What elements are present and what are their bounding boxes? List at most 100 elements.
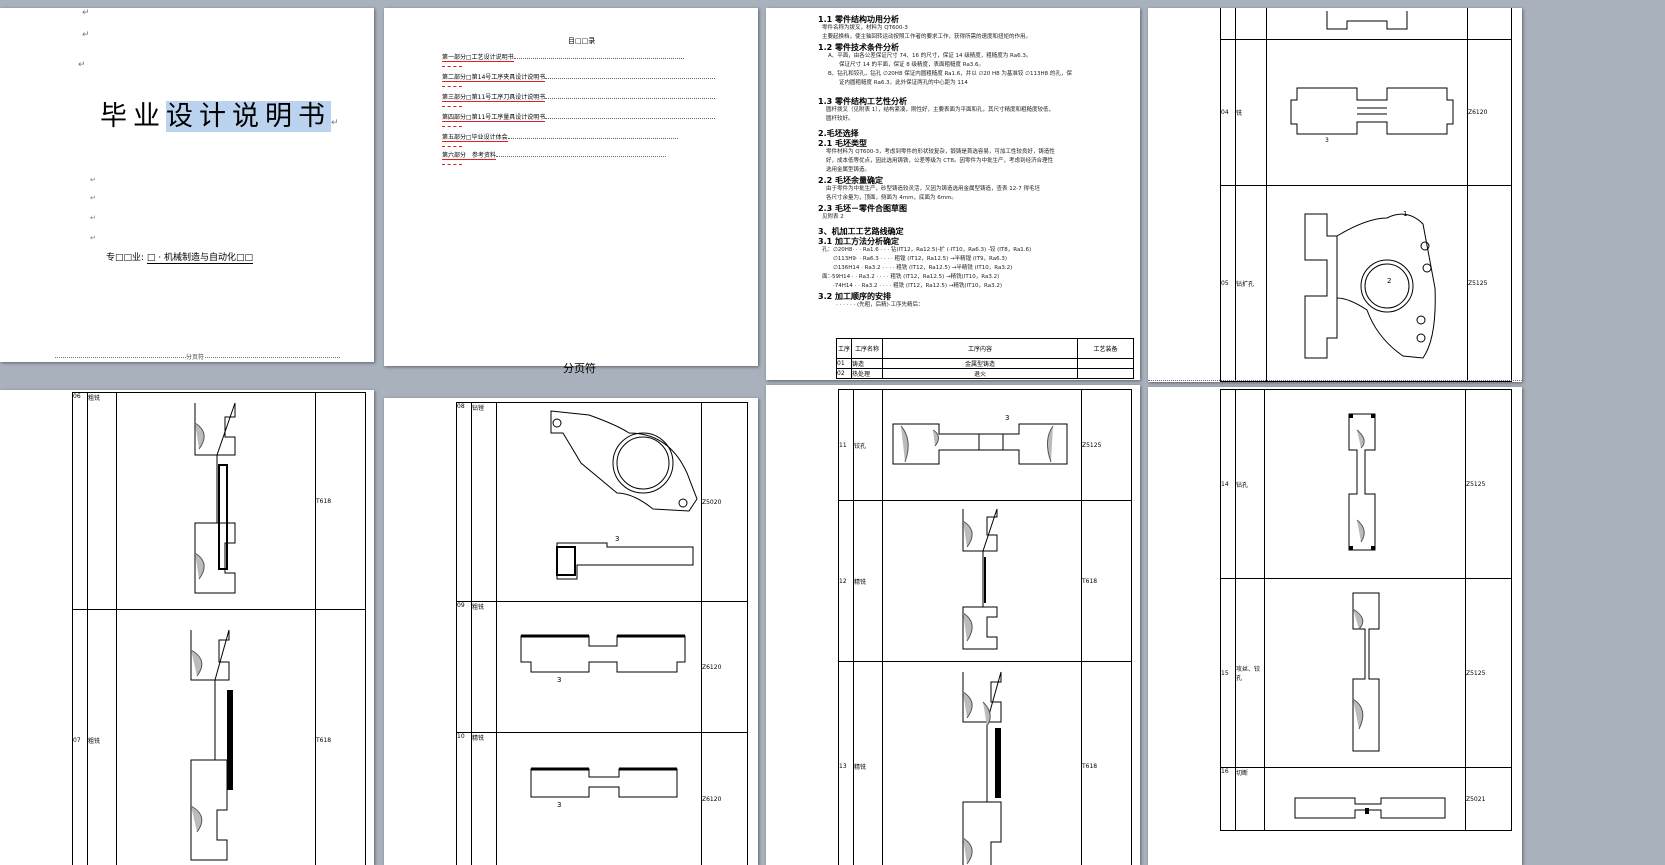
spell-underline [442, 143, 462, 147]
equipment: Z6120 [701, 732, 748, 865]
drawing-cell: 3 [882, 389, 1082, 501]
process-table: 06 粗铣 T618 07 粗铣 T618 [72, 392, 366, 865]
process-table-header: 工序 工序名称 工序内容 工艺装备 01 铸造 金属型铸造 02 热处理 退火 [836, 338, 1134, 379]
body-text-line: 圆杆较好。 [826, 116, 854, 122]
equipment: Z5021 [1465, 767, 1512, 831]
equipment: Z5125 [1467, 185, 1512, 382]
step-no: 14 [1220, 389, 1236, 579]
body-text-line: 证内圆粗糙度 Ra6.3，此外保证两孔的中心距为 114 [828, 80, 968, 86]
equipment: Z5125 [1465, 578, 1512, 768]
drawing-cell [116, 609, 316, 865]
vertical-scrollbar[interactable] [1648, 0, 1665, 865]
drawing-cell: 3 [496, 732, 702, 865]
toc-leader [496, 152, 667, 157]
title-plain-text[interactable]: 毕业 [100, 101, 166, 132]
svg-text:3: 3 [557, 801, 561, 809]
part-drawing: 3 [530, 767, 678, 809]
drawing-cell [1266, 8, 1468, 40]
doc-page-2[interactable]: 目□□录 第一部分□工艺设计说明书第二部分□第14号工序夹具设计说明书 第三部分□… [384, 8, 758, 366]
table-cell: 02 [836, 368, 852, 379]
step-no: 16 [1220, 767, 1236, 831]
major-value[interactable]: □ · 机械制造与自动化□□ [146, 253, 254, 264]
equipment: Z5125 [1465, 389, 1512, 579]
toc-title: 目□□录 [568, 37, 596, 45]
part-drawing: 3 [520, 634, 686, 684]
col-header-content: 工序内容 [882, 338, 1078, 359]
table-cell: 金属型铸造 [882, 358, 1078, 369]
doc-page-1[interactable]: ↵ ↵ ↵ 毕业设计说明书↵ ↵ ↵ ↵ ↵ 专□□业: □ · 机械制造与自动… [0, 8, 374, 362]
toc-leader [507, 134, 678, 139]
paragraph-mark: ↵ [90, 176, 96, 184]
table-cell: 铸造 [851, 358, 883, 369]
body-text-line: ·74H14 · · Ra3.2 · · · · 粗铣 (IT12，Ra12.5… [822, 283, 1002, 289]
title-selected-text[interactable]: 设计说明书 [166, 101, 331, 132]
table-cell: 退火 [882, 368, 1078, 379]
drawing-cell [116, 392, 316, 610]
part-drawing [1294, 797, 1446, 819]
svg-text:3: 3 [1005, 414, 1009, 422]
spell-underline [442, 161, 462, 165]
toc-leader [545, 114, 716, 119]
part-drawing: 1 2 [1304, 210, 1436, 359]
document-title[interactable]: 毕业设计说明书↵ [100, 94, 345, 133]
body-text-line: 孔：∅20H8· · · Ra1.6 · · · 钻(IT12，Ra12.5)-… [822, 247, 1032, 253]
paragraph-mark: ↵ [82, 30, 90, 40]
toc-item-label: 第三部分□第11号工序刀具设计说明书 [442, 94, 546, 102]
doc-page-7[interactable]: 11 铰孔 3 Z5125 12 精铣 T618 13 精铣 T618 [766, 385, 1140, 865]
col-header-equip: 工艺装备 [1077, 338, 1134, 359]
paragraph-mark: ↵ [90, 214, 96, 222]
toc-item[interactable]: 第四部分□第11号工序量具设计说明书 [442, 112, 742, 127]
paragraph-mark: ↵ [82, 8, 90, 18]
spell-underline [442, 123, 462, 127]
body-text-line: 各尺寸余量为，顶面，侧面为 4mm，底面为 6mm。 [826, 195, 957, 201]
svg-text:3: 3 [1325, 137, 1329, 144]
toc-item-label: 第二部分□第14号工序夹具设计说明书 [442, 74, 546, 82]
paragraph-mark: ↵ [90, 234, 96, 242]
drawing-cell [1264, 578, 1466, 768]
doc-page-4[interactable]: 04 铣 3 Z6120 05 钻扩孔 1 2 Z5125 [1148, 8, 1522, 382]
step-no: 07 [72, 609, 88, 865]
step-name: 粗铣 [471, 601, 497, 733]
drawing-cell [882, 661, 1082, 865]
drawing-cell: 3 [496, 402, 702, 602]
toc-item[interactable]: 第一部分□工艺设计说明书 [442, 52, 742, 67]
drawing-cell: 3 [496, 601, 702, 733]
step-name: 切断 [1235, 767, 1265, 831]
page-break-label: 分页符 [186, 352, 205, 361]
toc-item-label: 第六部分 参考资料 [442, 152, 497, 160]
body-text-line: 零件名称为拨叉，材料为 QT600-3 [822, 25, 908, 31]
step-name: 精铣 [853, 500, 883, 662]
step-no: 13 [838, 661, 854, 865]
step-name: 精铣 [853, 661, 883, 865]
body-text-line: 圆杆拨叉（见附表 1），结构紧凑，刚性好，主要表面为平面和孔，其尺寸精度和粗糙度… [826, 107, 1055, 113]
table-cell [1077, 368, 1134, 379]
step-no: 11 [838, 389, 854, 501]
paragraph-mark: ↵ [78, 60, 86, 70]
step-name: 钻孔 [1235, 389, 1265, 579]
body-text-line: 零件材料为 QT600-3，考虑到零件的形状较复杂，锻铸是首选容易，可加工性较良… [826, 149, 1055, 155]
doc-page-5[interactable]: 06 粗铣 T618 07 粗铣 T618 [0, 390, 374, 865]
toc-item[interactable]: 第二部分□第14号工序夹具设计说明书 [442, 72, 742, 87]
step-name: 铣 [1235, 39, 1267, 186]
toc-item[interactable]: 第三部分□第11号工序刀具设计说明书 [442, 92, 742, 107]
drawing-cell [1264, 389, 1466, 579]
col-header-name: 工序名称 [851, 338, 883, 359]
process-table: 04 铣 3 Z6120 05 钻扩孔 1 2 Z5125 [1220, 8, 1512, 382]
doc-page-3[interactable]: 1.1 零件结构功用分析 零件名称为拨叉，材料为 QT600-3 主要起换档，使主轴… [766, 8, 1140, 380]
doc-page-8[interactable]: 14 钻孔 Z5125 15 攻丝、铰孔 Z5125 16 切断 Z5021 [1148, 387, 1522, 865]
equipment: T618 [315, 392, 366, 610]
toc-item[interactable]: 第六部分 参考资料 [442, 150, 742, 165]
body-text-line: 好，成本低等优点，因此选用铸铁，公差等级为 CT8。因零件为中批生产，考虑到经济… [826, 158, 1053, 164]
body-text-line: B、钻孔和铰孔，钻孔 ∅20H8 保证内圆粗糙度 Ra1.6，并以 ∅20 H8… [828, 71, 1072, 77]
step-no: 04 [1220, 39, 1236, 186]
svg-text:3: 3 [615, 535, 619, 543]
doc-page-6[interactable]: 08 钻镗 3 Z5020 09 粗铣 3 Z6120 10 精铣 3 Z612… [384, 398, 758, 865]
toc-item[interactable]: 第五部分□毕业设计体会 [442, 132, 742, 147]
toc-item-label: 第四部分□第11号工序量具设计说明书 [442, 114, 546, 122]
part-drawing [194, 402, 236, 594]
step-name: 铰孔 [853, 389, 883, 501]
body-text-line: 见附表 2 [822, 214, 844, 220]
step-no: 09 [456, 601, 472, 733]
major-line: 专□□业: □ · 机械制造与自动化□□ [106, 250, 254, 264]
process-table: 14 钻孔 Z5125 15 攻丝、铰孔 Z5125 16 切断 Z5021 [1220, 389, 1512, 831]
